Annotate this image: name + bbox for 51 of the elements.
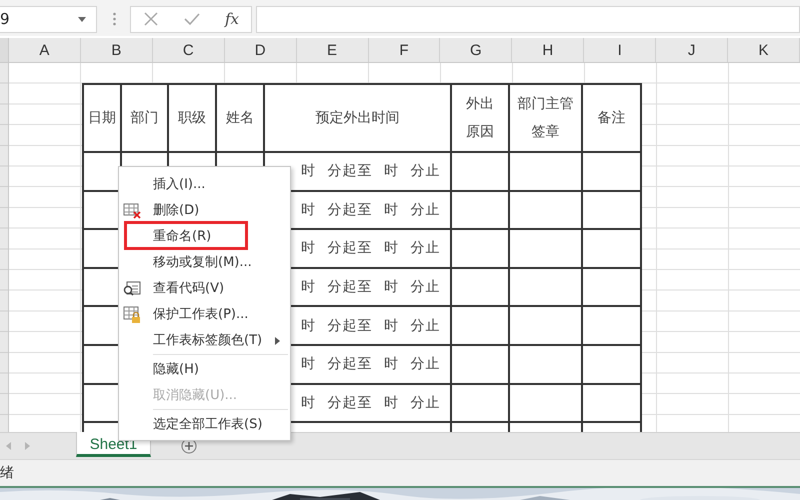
select-all-corner[interactable] [0,38,9,62]
menu-item[interactable]: 工作表标签颜色(T) [119,327,290,353]
time-range-text: 时 分起至 时 分止 [301,163,440,180]
column-header[interactable]: C [152,38,225,62]
column-header[interactable]: B [80,38,153,62]
time-range-text: 时 分起至 时 分止 [301,318,440,334]
time-range-text: 时 分起至 时 分止 [301,279,440,296]
column-title: 职级 [178,109,206,127]
more-options-icon [113,12,116,26]
menu-item[interactable]: 重命名(R) [119,223,290,249]
view-code-icon [123,280,141,298]
column-title: 备注 [598,109,626,127]
time-range-text: 时 分起至 时 分止 [301,240,440,256]
column-header[interactable]: H [512,38,584,62]
column-header[interactable]: J [656,38,728,62]
add-sheet-icon[interactable] [181,438,197,454]
column-title: 原因 [466,123,494,141]
column-title: 预定外出时间 [316,109,400,127]
checkmark-icon[interactable] [182,11,201,27]
scroll-left-icon[interactable] [6,442,11,450]
column-header[interactable]: F [368,38,440,62]
menu-item[interactable]: 删除(D) [119,197,290,223]
table-delete-icon [123,202,141,220]
menu-item[interactable]: 隐藏(H) [119,356,290,382]
column-title: 部门 [130,109,158,127]
name-box[interactable]: 9 [0,6,97,32]
column-header[interactable]: A [8,38,81,62]
column-title: 外出 [466,95,494,113]
column-header[interactable]: G [440,38,512,62]
time-range-text: 时 分起至 时 分止 [301,394,440,411]
column-header[interactable]: E [296,38,369,62]
column-title: 签章 [532,123,560,141]
close-icon[interactable] [142,11,159,27]
menu-item[interactable]: 保护工作表(P)... [119,301,290,327]
column-title: 姓名 [226,109,254,127]
column-title: 部门主管 [518,95,574,113]
submenu-arrow-icon [275,337,280,345]
column-header[interactable]: K [728,38,800,62]
dropdown-caret-icon[interactable] [78,16,86,22]
sheet-lock-icon [123,306,141,324]
menu-item[interactable]: 查看代码(V) [119,275,290,301]
column-header[interactable]: D [224,38,297,62]
menu-item[interactable]: 插入(I)... [119,171,290,197]
insert-function-button[interactable]: fx [224,10,239,28]
status-text: 绪 [0,464,14,482]
time-range-text: 时 分起至 时 分止 [301,356,440,372]
column-title: 日期 [88,109,116,127]
menu-item[interactable]: 移动或复制(M)... [119,249,290,275]
time-range-text: 时 分起至 时 分止 [301,202,440,218]
scroll-right-icon[interactable] [25,442,30,450]
column-header[interactable]: I [584,38,656,62]
